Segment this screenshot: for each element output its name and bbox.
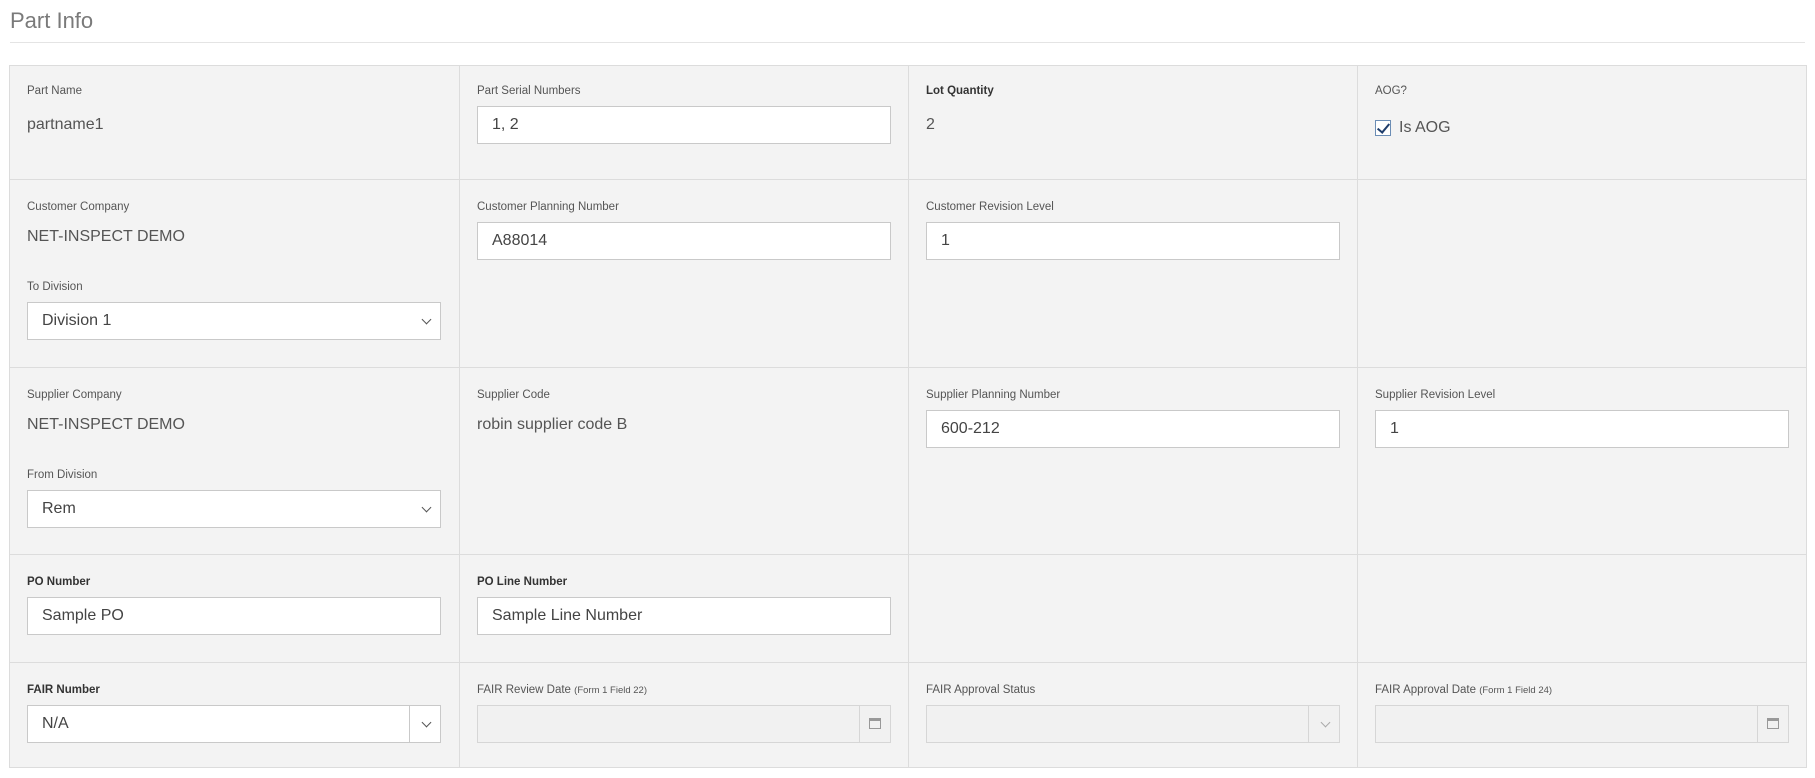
aog-cell: AOG? Is AOG xyxy=(1358,66,1806,180)
empty-cell xyxy=(909,555,1358,663)
chevron-down-icon xyxy=(421,717,432,728)
to-division-value: Division 1 xyxy=(42,312,112,329)
supplier-planning-number-label: Supplier Planning Number xyxy=(926,389,1061,401)
fair-approval-date-label-text: FAIR Approval Date xyxy=(1375,684,1476,696)
fair-review-date-label: FAIR Review Date (Form 1 Field 22) xyxy=(477,684,647,696)
fair-approval-status-label: FAIR Approval Status xyxy=(926,684,1036,696)
supplier-revision-level-label: Supplier Revision Level xyxy=(1375,389,1496,401)
chevron-down-icon xyxy=(421,502,432,513)
fair-approval-status-cell: FAIR Approval Status xyxy=(909,663,1358,767)
lot-quantity-cell: Lot Quantity 2 xyxy=(909,66,1358,180)
customer-company-label: Customer Company xyxy=(27,201,130,213)
title-divider xyxy=(10,42,1805,43)
supplier-company-value: NET-INSPECT DEMO xyxy=(27,416,185,433)
calendar-icon xyxy=(1767,718,1779,729)
from-division-select[interactable]: Rem xyxy=(27,490,441,528)
aog-checkbox-label[interactable]: Is AOG xyxy=(1399,119,1451,137)
fair-number-label: FAIR Number xyxy=(27,684,100,696)
supplier-revision-level-input[interactable]: 1 xyxy=(1375,410,1789,448)
part-name-cell: Part Name partname1 xyxy=(10,66,460,180)
fair-approval-date-label: FAIR Approval Date (Form 1 Field 24) xyxy=(1375,684,1552,696)
lot-quantity-label: Lot Quantity xyxy=(926,85,994,97)
fair-review-date-label-text: FAIR Review Date xyxy=(477,684,571,696)
page-title: Part Info xyxy=(10,8,94,33)
supplier-planning-number-input[interactable]: 600-212 xyxy=(926,410,1340,448)
customer-planning-number-input[interactable]: A88014 xyxy=(477,222,891,260)
input-divider xyxy=(859,706,860,742)
aog-checkbox-group[interactable]: Is AOG xyxy=(1375,119,1451,137)
to-division-select[interactable]: Division 1 xyxy=(27,302,441,340)
from-division-value: Rem xyxy=(42,500,76,517)
empty-cell xyxy=(1358,180,1806,368)
fair-review-date-cell: FAIR Review Date (Form 1 Field 22) xyxy=(460,663,909,767)
to-division-label: To Division xyxy=(27,281,83,293)
fair-review-date-note: (Form 1 Field 22) xyxy=(574,685,648,696)
part-info-grid: Part Name partname1 Part Serial Numbers … xyxy=(9,65,1807,768)
supplier-company-label: Supplier Company xyxy=(27,389,122,401)
fair-number-value: N/A xyxy=(42,715,69,732)
fair-number-select[interactable]: N/A xyxy=(27,705,441,743)
fair-approval-date-note: (Form 1 Field 24) xyxy=(1479,685,1553,696)
customer-planning-number-cell: Customer Planning Number A88014 xyxy=(460,180,909,368)
supplier-code-value: robin supplier code B xyxy=(477,416,628,433)
part-serial-numbers-label: Part Serial Numbers xyxy=(477,85,581,97)
supplier-code-label: Supplier Code xyxy=(477,389,550,401)
calendar-icon xyxy=(869,718,881,729)
select-divider xyxy=(1308,706,1309,742)
fair-approval-date-cell: FAIR Approval Date (Form 1 Field 24) xyxy=(1358,663,1806,767)
part-info-page: Part Info Part Name partname1 Part Seria… xyxy=(0,0,1815,778)
po-number-input[interactable]: Sample PO xyxy=(27,597,441,635)
fair-number-cell: FAIR Number N/A xyxy=(10,663,460,767)
customer-planning-number-label: Customer Planning Number xyxy=(477,201,619,213)
supplier-planning-number-cell: Supplier Planning Number 600-212 xyxy=(909,368,1358,555)
select-divider xyxy=(409,706,410,742)
po-number-cell: PO Number Sample PO xyxy=(10,555,460,663)
customer-company-value: NET-INSPECT DEMO xyxy=(27,228,185,245)
input-divider xyxy=(1757,706,1758,742)
customer-company-cell: Customer Company NET-INSPECT DEMO To Div… xyxy=(10,180,460,368)
supplier-code-cell: Supplier Code robin supplier code B xyxy=(460,368,909,555)
from-division-label: From Division xyxy=(27,469,98,481)
customer-revision-level-label: Customer Revision Level xyxy=(926,201,1054,213)
aog-label: AOG? xyxy=(1375,85,1407,97)
po-number-label: PO Number xyxy=(27,576,91,588)
po-line-number-input[interactable]: Sample Line Number xyxy=(477,597,891,635)
chevron-down-icon xyxy=(1320,717,1331,728)
po-line-number-label: PO Line Number xyxy=(477,576,568,588)
customer-revision-level-cell: Customer Revision Level 1 xyxy=(909,180,1358,368)
part-name-label: Part Name xyxy=(27,85,82,97)
fair-approval-date-input xyxy=(1375,705,1789,743)
fair-approval-status-select xyxy=(926,705,1340,743)
chevron-down-icon xyxy=(421,314,432,325)
supplier-company-cell: Supplier Company NET-INSPECT DEMO From D… xyxy=(10,368,460,555)
lot-quantity-value: 2 xyxy=(926,116,935,133)
customer-revision-level-input[interactable]: 1 xyxy=(926,222,1340,260)
po-line-number-cell: PO Line Number Sample Line Number xyxy=(460,555,909,663)
fair-review-date-input xyxy=(477,705,891,743)
checkmark-icon[interactable] xyxy=(1375,120,1391,136)
supplier-revision-level-cell: Supplier Revision Level 1 xyxy=(1358,368,1806,555)
empty-cell xyxy=(1358,555,1806,663)
part-serial-numbers-input[interactable]: 1, 2 xyxy=(477,106,891,144)
part-serial-numbers-cell: Part Serial Numbers 1, 2 xyxy=(460,66,909,180)
part-name-value: partname1 xyxy=(27,116,104,133)
